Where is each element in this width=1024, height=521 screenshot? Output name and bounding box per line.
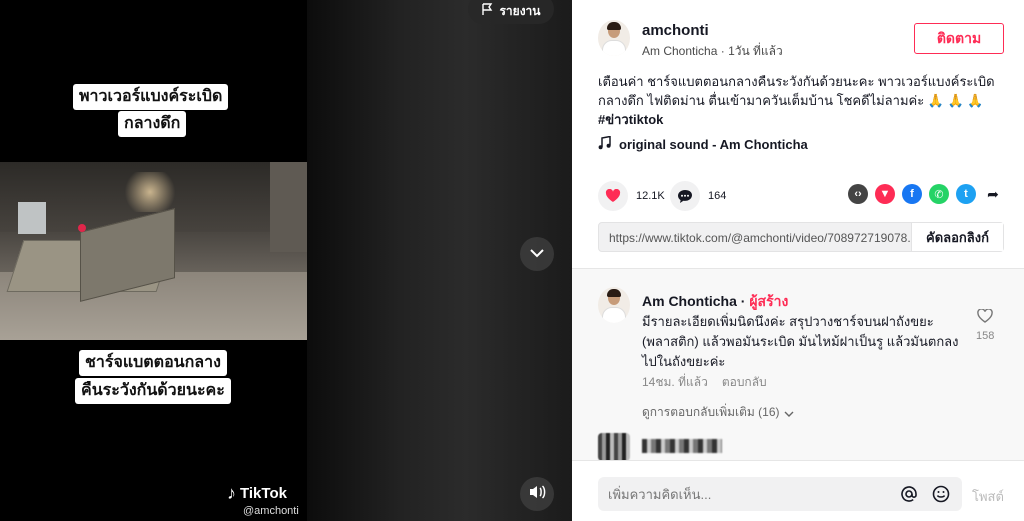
post-caption: เตือนค่า ชาร์จแบตตอนกลางคืนระวังกันด้วยน…	[598, 72, 1008, 129]
post-info-panel: amchonti Am Chonticha · 1วัน ที่แล้ว ติด…	[572, 0, 1024, 268]
share-arrow-icon[interactable]: ➦	[983, 184, 1003, 204]
whatsapp-icon[interactable]: ✆	[929, 184, 949, 204]
blurred-commenter-avatar	[598, 433, 630, 460]
tiktok-watermark-handle: @amchonti	[243, 505, 299, 517]
creator-badge: ผู้สร้าง	[749, 293, 789, 309]
video-caption-top-line1: พาวเวอร์แบงค์ระเบิด	[73, 84, 229, 110]
comment-placeholder: เพิ่มความคิดเห็น...	[608, 486, 712, 502]
post-time: 1วัน ที่แล้ว	[728, 44, 783, 58]
author-display-name: Am Chonticha	[642, 44, 718, 58]
heart-icon[interactable]	[598, 181, 628, 211]
separator-dot: ·	[720, 44, 729, 58]
volume-button[interactable]	[520, 477, 554, 511]
comment-count: 164	[708, 190, 727, 202]
tiktok-post-page: พาวเวอร์แบงค์ระเบิด กลางดึก ชาร์จแบตตอนก…	[0, 0, 1024, 521]
facebook-icon[interactable]: f	[902, 184, 922, 204]
like-action[interactable]: 12.1K	[598, 181, 665, 211]
video-link-box: https://www.tiktok.com/@amchonti/video/7…	[598, 222, 1004, 252]
post-comment-button[interactable]: โพสต์	[972, 486, 1004, 507]
comment-like[interactable]: 158	[976, 308, 995, 342]
view-more-replies-label: ดูการตอบกลับเพิ่มเติม (16)	[642, 405, 780, 419]
report-button[interactable]: รายงาน	[468, 0, 554, 24]
sound-link[interactable]: original sound - Am Chonticha	[598, 135, 808, 153]
twitter-icon[interactable]: t	[956, 184, 976, 204]
mention-icon[interactable]	[898, 483, 920, 505]
music-note-icon	[598, 135, 611, 153]
tiktok-watermark-brand: TikTok	[240, 485, 287, 502]
comment-text: มีรายละเอียดเพิ่มนิดนึงค่ะ สรุปวางชาร์จบ…	[642, 314, 959, 369]
author-username[interactable]: amchonti	[642, 22, 709, 39]
video-player[interactable]: พาวเวอร์แบงค์ระเบิด กลางดึก ชาร์จแบตตอนก…	[0, 0, 307, 521]
video-caption-bottom-line1: ชาร์จแบตตอนกลาง	[79, 350, 227, 376]
video-link-text[interactable]: https://www.tiktok.com/@amchonti/video/7…	[599, 223, 911, 251]
emoji-icon[interactable]	[930, 483, 952, 505]
comment-time: 14ชม. ที่แล้ว	[642, 375, 708, 389]
comments-panel[interactable]: Am Chonticha · ผู้สร้าง มีรายละเอียดเพิ่…	[572, 268, 1024, 460]
chevron-down-icon	[784, 406, 794, 420]
comment-action[interactable]: 164	[670, 181, 726, 211]
hashtag-link[interactable]: #ข่าวtiktok	[598, 110, 1008, 129]
like-count: 12.1K	[636, 190, 665, 202]
comment-author-line: Am Chonticha · ผู้สร้าง	[642, 291, 788, 313]
view-more-replies[interactable]: ดูการตอบกลับเพิ่มเติม (16)	[642, 403, 794, 422]
video-caption-bottom-line2: คืนระวังกันด้วยนะคะ	[75, 378, 231, 404]
chevron-down-icon	[529, 245, 545, 263]
speaker-icon	[528, 484, 546, 505]
tiktok-logo-icon: ♪	[227, 483, 236, 503]
comment-input[interactable]: เพิ่มความคิดเห็น...	[598, 477, 962, 511]
blurred-commenter-name	[642, 439, 722, 453]
comment-author-name[interactable]: Am Chonticha	[642, 293, 737, 309]
sound-title: original sound - Am Chonticha	[619, 137, 808, 152]
next-video-button[interactable]	[520, 237, 554, 271]
share-row: ‹› ▼ f ✆ t ➦	[848, 184, 1003, 204]
follow-button[interactable]: ติดตาม	[914, 23, 1004, 54]
comment-composer: เพิ่มความคิดเห็น... โพสต์	[572, 460, 1024, 521]
caption-text: เตือนค่า ชาร์จแบตตอนกลางคืนระวังกันด้วยน…	[598, 74, 995, 108]
video-frame-image	[0, 162, 307, 340]
flag-icon	[481, 3, 493, 19]
comment-like-count: 158	[976, 330, 995, 342]
copy-link-button[interactable]: คัดลอกลิงก์	[911, 223, 1003, 251]
comment-author-avatar[interactable]	[598, 287, 630, 323]
report-label: รายงาน	[499, 3, 541, 18]
video-caption-top-line2: กลางดึก	[118, 111, 187, 137]
comment-meta: 14ชม. ที่แล้ว ตอบกลับ	[642, 373, 767, 392]
author-subline: Am Chonticha · 1วัน ที่แล้ว	[642, 42, 783, 61]
heart-outline-icon[interactable]	[977, 308, 993, 326]
embed-icon[interactable]: ‹›	[848, 184, 868, 204]
comment-bubble-icon[interactable]	[670, 181, 700, 211]
author-avatar[interactable]	[598, 20, 630, 56]
reply-button[interactable]: ตอบกลับ	[722, 373, 767, 392]
send-icon[interactable]: ▼	[875, 184, 895, 204]
video-panel[interactable]: พาวเวอร์แบงค์ระเบิด กลางดึก ชาร์จแบตตอนก…	[0, 0, 572, 521]
tiktok-watermark: ♪ TikTok	[227, 483, 287, 504]
